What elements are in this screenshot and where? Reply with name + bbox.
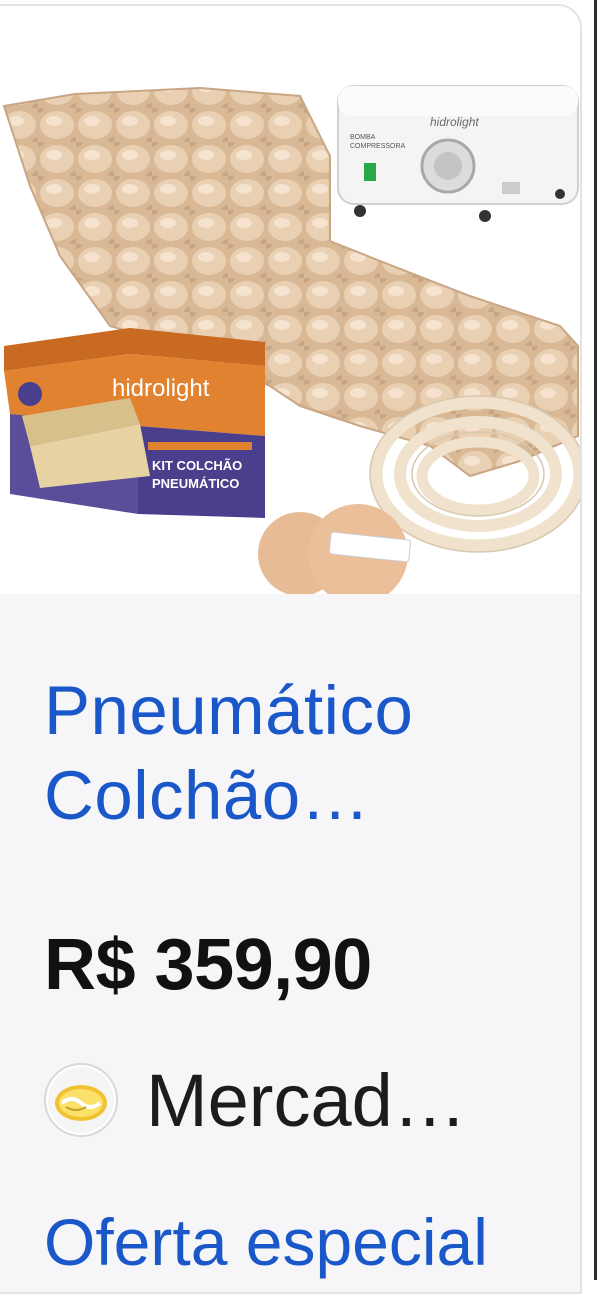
- product-image[interactable]: hidrolight BOMBA COMPRESSORA hidrolight …: [0, 6, 580, 594]
- product-card[interactable]: hidrolight BOMBA COMPRESSORA hidrolight …: [0, 4, 582, 1294]
- seller-name: Mercad…: [146, 1058, 467, 1142]
- svg-text:PNEUMÁTICO: PNEUMÁTICO: [152, 476, 239, 491]
- product-box: hidrolight KIT COLCHÃO PNEUMÁTICO: [4, 328, 265, 518]
- svg-text:COMPRESSORA: COMPRESSORA: [350, 143, 406, 150]
- product-title-line-2: Colchão…: [44, 757, 371, 834]
- pump-brand: hidrolight: [430, 115, 479, 129]
- product-title-line-1: Pneumático: [44, 672, 414, 749]
- seller-row[interactable]: Mercad…: [44, 1058, 467, 1142]
- product-price: R$ 359,90: [44, 925, 372, 1005]
- special-offer-link[interactable]: Oferta especial: [44, 1204, 488, 1280]
- handshake-logo-icon: [44, 1063, 118, 1137]
- pump-device: hidrolight BOMBA COMPRESSORA: [337, 85, 579, 222]
- adjacent-card-edge: [584, 0, 612, 1280]
- box-brand: hidrolight: [112, 375, 210, 402]
- svg-text:BOMBA: BOMBA: [350, 134, 376, 141]
- svg-text:KIT COLCHÃO: KIT COLCHÃO: [152, 458, 242, 473]
- product-photo: hidrolight BOMBA COMPRESSORA hidrolight …: [2, 85, 580, 594]
- product-title-link[interactable]: Pneumático Colchão…: [44, 668, 544, 838]
